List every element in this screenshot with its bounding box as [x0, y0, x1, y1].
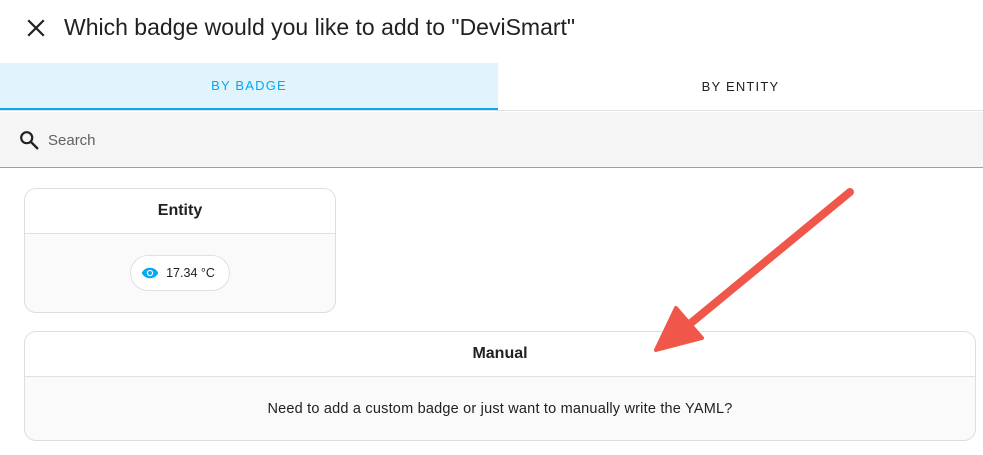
- entity-badge-preview: 17.34 °C: [130, 255, 230, 291]
- manual-badge-card[interactable]: Manual Need to add a custom badge or jus…: [24, 331, 976, 441]
- close-button[interactable]: [22, 14, 50, 42]
- entity-badge-card[interactable]: Entity 17.34 °C: [24, 188, 336, 313]
- badge-value: 17.34 °C: [166, 266, 215, 280]
- tab-by-badge[interactable]: BY BADGE: [0, 63, 498, 110]
- search-icon: [20, 131, 39, 150]
- entity-card-title: Entity: [25, 189, 335, 234]
- search-input[interactable]: [48, 126, 948, 154]
- eye-icon: [141, 264, 159, 282]
- entity-card-preview: 17.34 °C: [25, 234, 335, 312]
- manual-card-title: Manual: [25, 332, 975, 377]
- tab-by-entity[interactable]: BY ENTITY: [498, 63, 983, 110]
- manual-card-description: Need to add a custom badge or just want …: [267, 400, 733, 417]
- tab-bar: BY BADGE BY ENTITY: [0, 63, 983, 111]
- close-icon: [27, 19, 45, 37]
- dialog-title: Which badge would you like to add to "De…: [64, 14, 576, 40]
- add-badge-dialog: Which badge would you like to add to "De…: [0, 0, 983, 455]
- dialog-header: Which badge would you like to add to "De…: [0, 0, 983, 60]
- search-bar: [0, 112, 983, 168]
